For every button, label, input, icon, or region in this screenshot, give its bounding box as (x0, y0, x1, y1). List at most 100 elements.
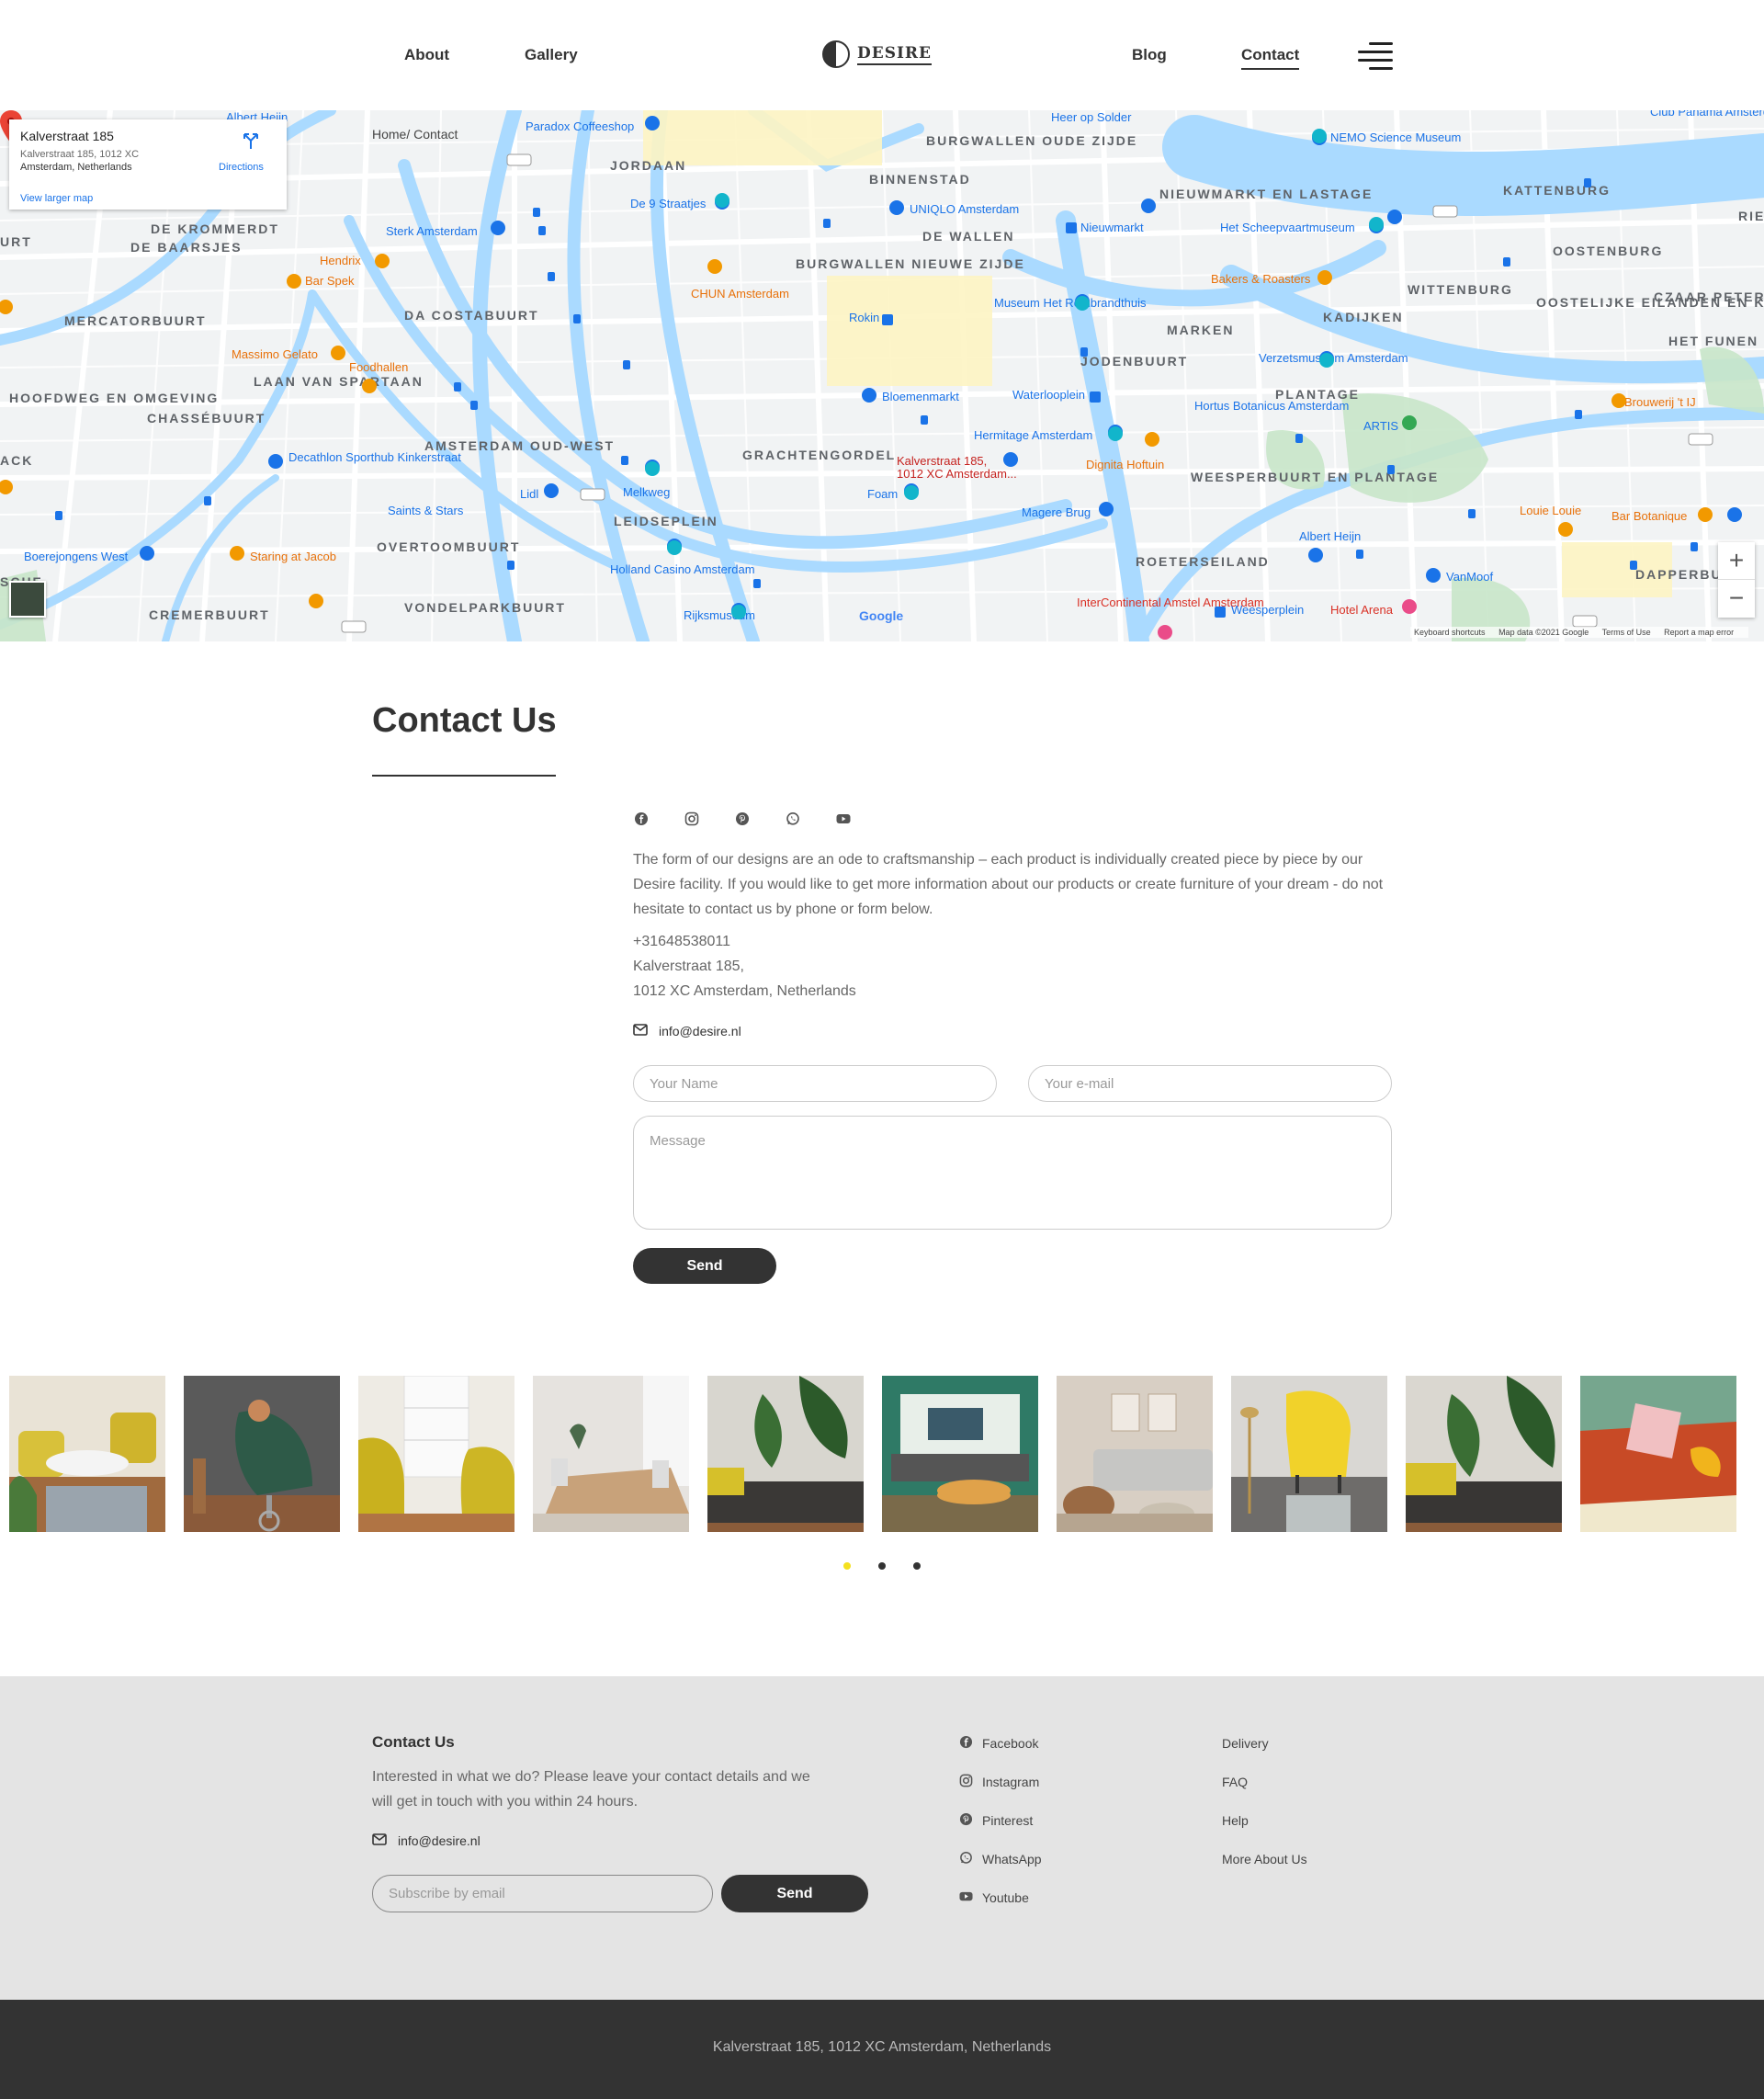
poi-label: Club Panama Amsterdam (1650, 110, 1764, 119)
carousel-pagination (843, 1562, 921, 1570)
carousel-dot[interactable] (843, 1562, 851, 1570)
poi-label: Paradox Coffeeshop (526, 119, 634, 133)
footer-youtube-link[interactable]: Youtube (959, 1889, 1042, 1906)
site-logo[interactable]: DESIRE (822, 40, 933, 68)
gallery-image[interactable] (1057, 1376, 1213, 1532)
poi-label: InterContinental Amstel Amsterdam (1077, 596, 1264, 609)
poi-label: Foodhallen (349, 360, 408, 374)
gallery-image[interactable] (9, 1376, 165, 1532)
poi-label: Sterk Amsterdam (386, 224, 478, 238)
youtube-icon[interactable] (835, 811, 851, 827)
poi-label: Massimo Gelato (232, 347, 318, 361)
instagram-icon (959, 1774, 973, 1790)
footer-help-link[interactable]: Help (1222, 1812, 1307, 1829)
footer-delivery-link[interactable]: Delivery (1222, 1735, 1307, 1752)
footer-instagram-link[interactable]: Instagram (959, 1774, 1042, 1790)
map-label: DE WALLEN (922, 229, 1014, 244)
map-label: URT (0, 234, 32, 249)
poi-label: Waterlooplein (1012, 388, 1085, 402)
facebook-icon[interactable] (633, 811, 649, 827)
map-label: MARKEN (1167, 323, 1234, 337)
gallery-image[interactable] (882, 1376, 1038, 1532)
poi-label: Staring at Jacob (250, 550, 336, 563)
poi-label: Hermitage Amsterdam (974, 428, 1092, 442)
hamburger-icon[interactable] (1358, 40, 1393, 70)
send-button[interactable]: Send (633, 1248, 776, 1284)
map-label: RIE (1738, 209, 1764, 223)
gallery-image[interactable] (184, 1376, 340, 1532)
envelope-icon (633, 1024, 648, 1038)
pinterest-icon[interactable] (734, 811, 750, 827)
gallery-image[interactable] (1231, 1376, 1387, 1532)
map-label: JODENBUURT (1080, 354, 1188, 369)
logo-text: DESIRE (857, 44, 933, 65)
footer-pinterest-link[interactable]: Pinterest (959, 1812, 1042, 1829)
gallery-image[interactable] (1580, 1376, 1736, 1532)
poi-label: Hendrix (320, 254, 361, 267)
footer-more-about-link[interactable]: More About Us (1222, 1851, 1307, 1867)
map-label: DA COSTABUURT (404, 308, 539, 323)
directions-link[interactable]: Directions (219, 162, 264, 173)
map-label: BURGWALLEN OUDE ZIJDE (926, 133, 1137, 148)
email-text[interactable]: info@desire.nl (659, 1024, 741, 1038)
email-input[interactable] (1028, 1065, 1392, 1102)
subscribe-input[interactable] (372, 1875, 713, 1912)
name-input[interactable] (633, 1065, 997, 1102)
footer-whatsapp-link[interactable]: WhatsApp (959, 1851, 1042, 1867)
instagram-icon[interactable] (684, 811, 699, 827)
satellite-toggle[interactable] (9, 581, 46, 618)
map-label: BINNENSTAD (869, 172, 971, 187)
poi-label: De 9 Straatjes (630, 197, 707, 210)
map-label: LEIDSEPLEIN (614, 514, 718, 528)
map-info-card: Kalverstraat 185 Kalverstraat 185, 1012 … (9, 119, 287, 210)
zoom-in-button[interactable]: + (1718, 542, 1755, 580)
gallery-image[interactable] (358, 1376, 514, 1532)
map-label: DE BAARSJES (130, 240, 243, 255)
view-larger-map-link[interactable]: View larger map (20, 193, 93, 204)
footer-facebook-link[interactable]: Facebook (959, 1735, 1042, 1752)
facebook-icon (959, 1735, 973, 1752)
nav-blog[interactable]: Blog (1132, 46, 1167, 64)
phone-number[interactable]: +31648538011 (633, 934, 730, 950)
poi-label: Bakers & Roasters (1211, 272, 1311, 286)
poi-label: Melkweg (623, 485, 670, 499)
nav-gallery[interactable]: Gallery (525, 46, 578, 64)
footer-email-text[interactable]: info@desire.nl (398, 1833, 481, 1848)
poi-label: Bloemenmarkt (882, 390, 959, 403)
google-map[interactable]: JORDAAN BINNENSTAD BURGWALLEN OUDE ZIJDE… (0, 110, 1764, 641)
keyboard-shortcuts-link[interactable]: Keyboard shortcuts (1414, 628, 1486, 637)
google-logo: Google (859, 608, 904, 623)
zoom-out-button[interactable]: − (1718, 580, 1755, 618)
breadcrumb[interactable]: Home/ Contact (372, 127, 458, 142)
map-label: OVERTOOMBUURT (377, 539, 520, 554)
email-contact[interactable]: info@desire.nl (633, 1024, 741, 1038)
poi-label: ARTIS (1363, 419, 1398, 433)
poi-label: UNIQLO Amsterdam (910, 202, 1019, 216)
subscribe-send-button[interactable]: Send (721, 1875, 868, 1912)
directions-icon[interactable] (241, 130, 261, 151)
message-textarea[interactable] (633, 1116, 1392, 1230)
map-label: ROETERSEILAND (1136, 554, 1270, 569)
map-label: VONDELPARKBUURT (404, 600, 566, 615)
poi-label: Albert Heijn (1299, 529, 1361, 543)
report-error-link[interactable]: Report a map error (1664, 628, 1734, 637)
carousel-dot[interactable] (878, 1562, 886, 1570)
carousel-dot[interactable] (913, 1562, 921, 1570)
map-data-text: Map data ©2021 Google (1498, 628, 1589, 637)
gallery-image[interactable] (1406, 1376, 1562, 1532)
gallery-image[interactable] (533, 1376, 689, 1532)
whatsapp-icon[interactable] (785, 811, 800, 827)
gallery-image[interactable] (707, 1376, 864, 1532)
nav-about[interactable]: About (404, 46, 449, 64)
footer-email[interactable]: info@desire.nl (372, 1833, 481, 1848)
poi-label: CHUN Amsterdam (691, 287, 789, 301)
poi-label: Heer op Solder (1051, 110, 1132, 124)
site-footer (0, 1676, 1764, 2000)
map-label: MERCATORBUURT (64, 313, 207, 328)
poi-label: Brouwerij 't IJ (1624, 395, 1696, 409)
nav-contact[interactable]: Contact (1241, 46, 1300, 70)
address-line: 1012 XC Amsterdam, Netherlands (633, 983, 856, 999)
poi-label: Hortus Botanicus Amsterdam (1194, 399, 1349, 413)
footer-faq-link[interactable]: FAQ (1222, 1774, 1307, 1790)
terms-link[interactable]: Terms of Use (1602, 628, 1651, 637)
